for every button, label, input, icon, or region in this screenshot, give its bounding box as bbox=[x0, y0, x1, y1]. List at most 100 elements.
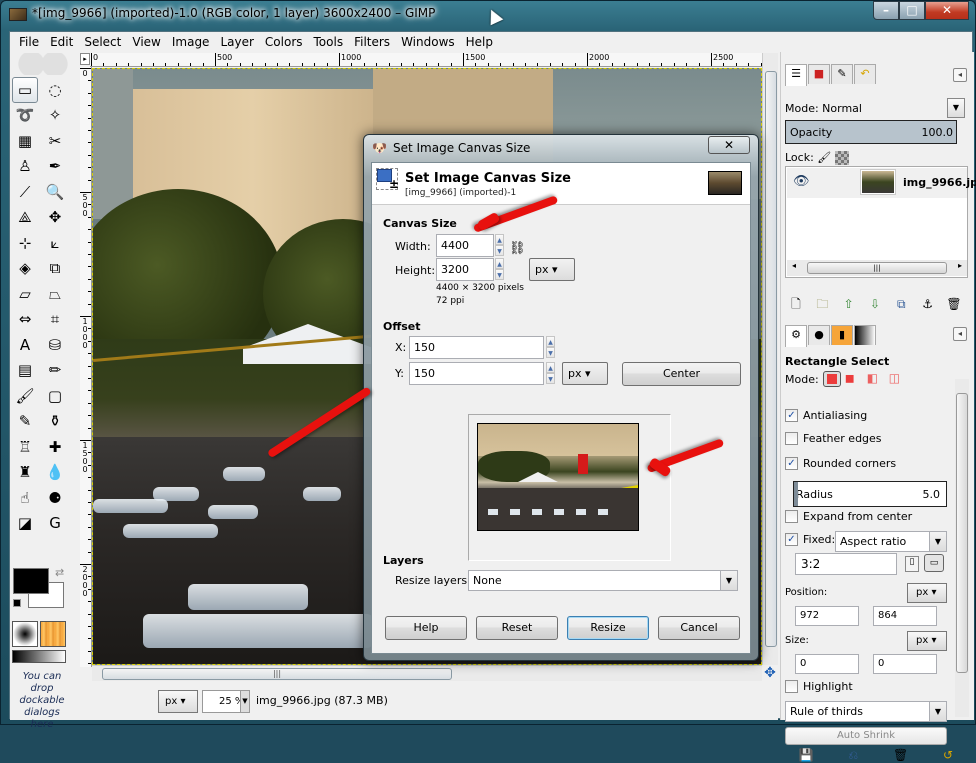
maximize-button[interactable]: □ bbox=[899, 1, 925, 20]
menu-image[interactable]: Image bbox=[167, 32, 216, 53]
aspect-ratio-input[interactable]: 3:2 bbox=[795, 553, 897, 575]
tool-options-scrollbar[interactable] bbox=[955, 379, 969, 717]
cancel-button[interactable]: Cancel bbox=[658, 616, 740, 640]
lock-alpha-icon[interactable] bbox=[834, 151, 849, 165]
menu-select[interactable]: Select bbox=[79, 32, 127, 53]
resize-button[interactable]: Resize bbox=[567, 616, 649, 640]
tool-flip-icon[interactable]: ⇔ bbox=[12, 307, 38, 333]
position-y-input[interactable]: 864 bbox=[873, 606, 937, 626]
menu-filters[interactable]: Filters bbox=[349, 32, 396, 53]
tool-blend-icon[interactable]: ▤ bbox=[12, 358, 38, 384]
scroll-right-icon[interactable]: ▸ bbox=[958, 261, 962, 270]
dialog-close-button[interactable]: ✕ bbox=[708, 136, 750, 154]
menu-tools[interactable]: Tools bbox=[309, 32, 350, 53]
tool-color-picker-icon[interactable]: ⟋ bbox=[12, 179, 38, 205]
highlight-checkmark[interactable] bbox=[785, 680, 798, 693]
rounded-corners-checkbox[interactable]: ✓ Rounded corners bbox=[785, 457, 896, 470]
tool-options-scroll-thumb[interactable] bbox=[956, 393, 968, 673]
lower-layer-icon[interactable]: ⇩ bbox=[866, 296, 884, 312]
scroll-left-icon[interactable]: ◂ bbox=[792, 261, 796, 270]
resize-layers-dropdown-icon[interactable]: ▼ bbox=[720, 571, 737, 590]
menu-colors[interactable]: Colors bbox=[260, 32, 309, 53]
feather-edges-checkmark[interactable] bbox=[785, 432, 798, 445]
tool-bucket-fill-icon[interactable]: ⛁ bbox=[42, 332, 68, 358]
tool-ink-icon[interactable]: ⚱ bbox=[42, 409, 68, 435]
position-unit-selector[interactable]: px ▾ bbox=[907, 583, 947, 603]
new-layer-icon[interactable]: 🗋 bbox=[787, 296, 805, 312]
tool-smudge-icon[interactable]: ☝ bbox=[12, 485, 38, 511]
mode-intersect-button[interactable]: ◫ bbox=[889, 371, 907, 387]
canvas-unit-selector[interactable]: px ▾ bbox=[529, 258, 575, 281]
offset-x-input[interactable]: 150 bbox=[409, 336, 544, 359]
fixed-mode-dropdown-icon[interactable]: ▼ bbox=[929, 532, 946, 551]
tab-tool-options[interactable]: ⚙ bbox=[785, 325, 807, 347]
tool-zoom-icon[interactable]: 🔍 bbox=[42, 179, 68, 205]
help-button[interactable]: Help bbox=[385, 616, 467, 640]
landscape-button[interactable]: ▭ bbox=[924, 554, 944, 572]
tool-paintbrush-icon[interactable]: 🖌 bbox=[12, 383, 38, 409]
offset-y-spinner[interactable]: ▲ ▼ bbox=[546, 362, 555, 385]
vertical-scroll-thumb[interactable] bbox=[765, 71, 777, 647]
menu-edit[interactable]: Edit bbox=[45, 32, 79, 53]
save-tool-preset-icon[interactable]: 💾 bbox=[797, 747, 815, 763]
height-spinner[interactable]: ▲ ▼ bbox=[495, 258, 504, 281]
new-layer-group-icon[interactable]: 🗀 bbox=[813, 296, 831, 312]
tab-layers[interactable]: ☰ bbox=[785, 64, 807, 86]
tab-brushes[interactable]: ● bbox=[808, 325, 830, 345]
center-button[interactable]: Center bbox=[622, 362, 741, 386]
tool-perspective-clone-icon[interactable]: ♜ bbox=[12, 460, 38, 486]
delete-tool-preset-icon[interactable]: 🗑 bbox=[892, 747, 910, 763]
offset-preview[interactable] bbox=[468, 414, 671, 561]
tool-perspective-icon[interactable]: ⏢ bbox=[42, 281, 68, 307]
tab-channels[interactable]: ■ bbox=[808, 64, 830, 84]
tool-text-icon[interactable]: A bbox=[12, 332, 38, 358]
tool-paths-icon[interactable]: ✒ bbox=[42, 154, 68, 180]
tool-clone-icon[interactable]: ♖ bbox=[12, 434, 38, 460]
offset-preview-image[interactable] bbox=[477, 423, 639, 531]
tool-free-select-icon[interactable]: ➰ bbox=[12, 103, 38, 129]
tool-options-menu-button[interactable]: ◂ bbox=[953, 327, 967, 341]
offset-x-spinner[interactable]: ▲ ▼ bbox=[546, 336, 555, 359]
brush-selector[interactable] bbox=[12, 621, 38, 647]
tool-airbrush-icon[interactable]: ✎ bbox=[12, 409, 38, 435]
position-x-input[interactable]: 972 bbox=[795, 606, 859, 626]
width-spinner[interactable]: ▲ ▼ bbox=[495, 234, 504, 257]
offset-y-input[interactable]: 150 bbox=[409, 362, 544, 385]
feather-edges-checkbox[interactable]: Feather edges bbox=[785, 432, 882, 445]
chain-link-icon[interactable]: ⛓ bbox=[509, 241, 526, 256]
fixed-checkbox[interactable]: ✓ Fixed: bbox=[785, 533, 835, 546]
tool-dodge-burn-icon[interactable]: ⚈ bbox=[42, 485, 68, 511]
tool-eraser-icon[interactable]: ▢ bbox=[42, 383, 68, 409]
anchor-layer-icon[interactable]: ⚓ bbox=[919, 296, 937, 312]
quick-mask-toggle[interactable]: ▸ bbox=[80, 53, 90, 65]
minimize-button[interactable]: – bbox=[873, 1, 899, 20]
tool-foreground-select-icon[interactable]: ♙ bbox=[12, 154, 38, 180]
tool-heal-icon[interactable]: ✚ bbox=[42, 434, 68, 460]
height-input[interactable]: 3200 bbox=[436, 258, 494, 281]
tool-scale-icon[interactable]: ⧉ bbox=[42, 256, 68, 282]
tool-crop-icon[interactable]: ⟀ bbox=[42, 230, 68, 256]
default-colors-icon[interactable] bbox=[13, 599, 21, 607]
mode-subtract-button[interactable]: ◧ bbox=[867, 371, 885, 387]
menu-windows[interactable]: Windows bbox=[396, 32, 461, 53]
auto-shrink-button[interactable]: Auto Shrink bbox=[785, 727, 947, 745]
tool-ellipse-select-icon[interactable]: ◌ bbox=[42, 77, 68, 103]
expand-from-center-checkmark[interactable] bbox=[785, 510, 798, 523]
rounded-corners-checkmark[interactable]: ✓ bbox=[785, 457, 798, 470]
layers-scroll-thumb[interactable]: ||| bbox=[807, 262, 947, 274]
fixed-checkmark[interactable]: ✓ bbox=[785, 533, 798, 546]
tool-fuzzy-select-icon[interactable]: ✧ bbox=[42, 103, 68, 129]
menu-file[interactable]: File bbox=[14, 32, 45, 53]
layer-mode-combo[interactable]: Mode: Normal ▼ bbox=[785, 98, 967, 120]
tab-patterns[interactable]: ▮ bbox=[831, 325, 853, 345]
mode-add-button[interactable]: ◼ bbox=[845, 371, 863, 387]
tool-measure-icon[interactable]: ⟁ bbox=[12, 205, 38, 231]
offset-unit-selector[interactable]: px ▾ bbox=[562, 362, 608, 385]
horizontal-ruler[interactable]: 0 500 1000 1500 2000 2500 bbox=[90, 53, 762, 67]
tool-blur-sharpen-icon[interactable]: 💧 bbox=[42, 460, 68, 486]
unit-selector[interactable]: px ▾ bbox=[158, 690, 198, 713]
antialiasing-checkmark[interactable]: ✓ bbox=[785, 409, 798, 422]
guides-combo[interactable]: Rule of thirds ▼ bbox=[785, 701, 947, 722]
layer-row[interactable]: 👁 img_9966.jpg bbox=[787, 168, 976, 198]
navigate-icon[interactable]: ✥ bbox=[762, 665, 778, 681]
